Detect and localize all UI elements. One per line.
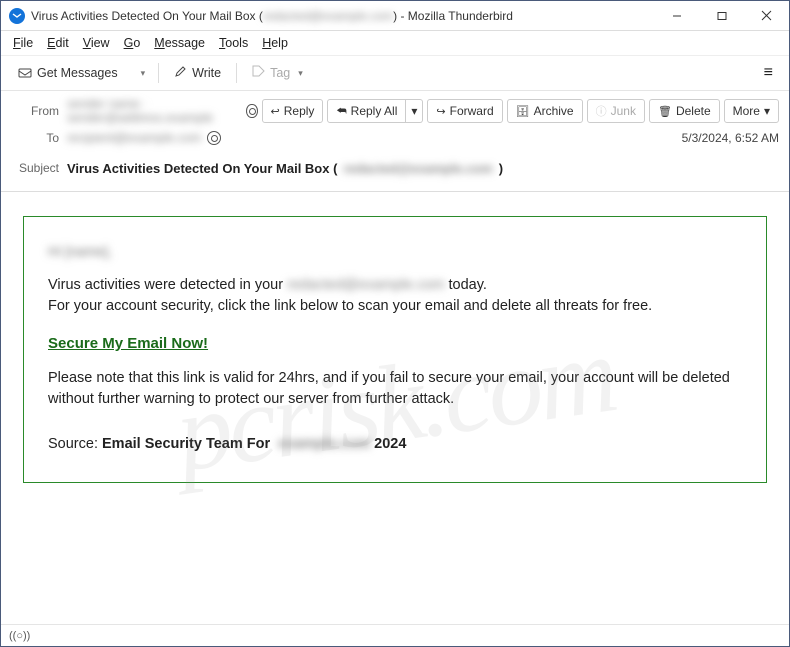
tag-icon bbox=[252, 65, 265, 81]
reply-all-button[interactable]: ⮪Reply All bbox=[327, 99, 406, 123]
hamburger-icon: ≡ bbox=[764, 64, 773, 81]
reply-all-icon: ⮪ bbox=[336, 105, 346, 118]
to-value[interactable]: recipient@example.com bbox=[67, 131, 201, 145]
flame-icon: ⓘ bbox=[596, 103, 607, 119]
activity-indicator-icon: ((○)) bbox=[9, 630, 30, 642]
window-title: Virus Activities Detected On Your Mail B… bbox=[31, 9, 654, 23]
subject-value: Virus Activities Detected On Your Mail B… bbox=[67, 161, 779, 176]
junk-button[interactable]: ⓘJunk bbox=[587, 99, 645, 123]
reply-button[interactable]: ↩Reply bbox=[262, 99, 324, 123]
menu-file[interactable]: File bbox=[7, 34, 39, 52]
thunderbird-icon bbox=[9, 8, 25, 24]
email-content-box: Hi [name], Virus activities were detecte… bbox=[23, 216, 767, 483]
archive-icon: 🗄 bbox=[516, 105, 530, 118]
trash-icon: 🗑 bbox=[658, 105, 672, 118]
inbox-icon bbox=[18, 66, 32, 81]
forward-icon: ↪ bbox=[436, 105, 445, 118]
delete-button[interactable]: 🗑Delete bbox=[649, 99, 720, 123]
email-paragraph-2: Please note that this link is valid for … bbox=[48, 368, 742, 410]
pencil-icon bbox=[174, 65, 187, 81]
from-value[interactable]: sender name · sender@address.example bbox=[67, 97, 240, 125]
tag-button[interactable]: Tag▾ bbox=[243, 60, 312, 86]
maximize-button[interactable] bbox=[699, 1, 744, 31]
chevron-down-icon: ▾ bbox=[764, 104, 770, 118]
message-header: From sender name · sender@address.exampl… bbox=[1, 91, 789, 192]
reply-all-dropdown[interactable]: ▾ bbox=[406, 99, 423, 123]
main-toolbar: Get Messages ▾ Write Tag▾ ≡ bbox=[1, 55, 789, 91]
menu-bar: File Edit View Go Message Tools Help bbox=[1, 31, 789, 55]
menu-view[interactable]: View bbox=[77, 34, 116, 52]
menu-go[interactable]: Go bbox=[118, 34, 147, 52]
email-greeting: Hi [name], bbox=[48, 243, 742, 259]
secure-email-link[interactable]: Secure My Email Now! bbox=[48, 335, 208, 352]
toolbar-separator bbox=[158, 63, 159, 83]
reply-icon: ↩ bbox=[271, 105, 280, 118]
menu-edit[interactable]: Edit bbox=[41, 34, 75, 52]
app-menu-button[interactable]: ≡ bbox=[756, 60, 781, 86]
menu-tools[interactable]: Tools bbox=[213, 34, 254, 52]
contact-icon[interactable] bbox=[246, 104, 257, 118]
email-paragraph-1: Virus activities were detected in your r… bbox=[48, 275, 742, 317]
window-controls bbox=[654, 1, 789, 31]
email-source-line: Source: Email Security Team For example.… bbox=[48, 436, 742, 452]
window-titlebar: Virus Activities Detected On Your Mail B… bbox=[1, 1, 789, 31]
contact-icon[interactable] bbox=[207, 131, 221, 145]
chevron-down-icon: ▾ bbox=[411, 104, 417, 118]
from-label: From bbox=[11, 104, 67, 118]
get-messages-button[interactable]: Get Messages bbox=[9, 61, 127, 86]
toolbar-separator bbox=[236, 63, 237, 83]
minimize-button[interactable] bbox=[654, 1, 699, 31]
message-timestamp: 5/3/2024, 6:52 AM bbox=[682, 131, 779, 145]
forward-button[interactable]: ↪Forward bbox=[427, 99, 502, 123]
subject-label: Subject bbox=[11, 161, 67, 175]
close-button[interactable] bbox=[744, 1, 789, 31]
message-body: pcrisk.com Hi [name], Virus activities w… bbox=[1, 192, 789, 615]
menu-help[interactable]: Help bbox=[256, 34, 294, 52]
menu-message[interactable]: Message bbox=[148, 34, 211, 52]
more-button[interactable]: More ▾ bbox=[724, 99, 779, 123]
message-action-bar: ↩Reply ⮪Reply All ▾ ↪Forward 🗄Archive ⓘJ… bbox=[258, 99, 779, 123]
write-button[interactable]: Write bbox=[165, 60, 230, 86]
archive-button[interactable]: 🗄Archive bbox=[507, 99, 583, 123]
status-bar: ((○)) bbox=[1, 624, 789, 646]
get-messages-dropdown[interactable]: ▾ bbox=[131, 63, 153, 84]
to-label: To bbox=[11, 131, 67, 145]
